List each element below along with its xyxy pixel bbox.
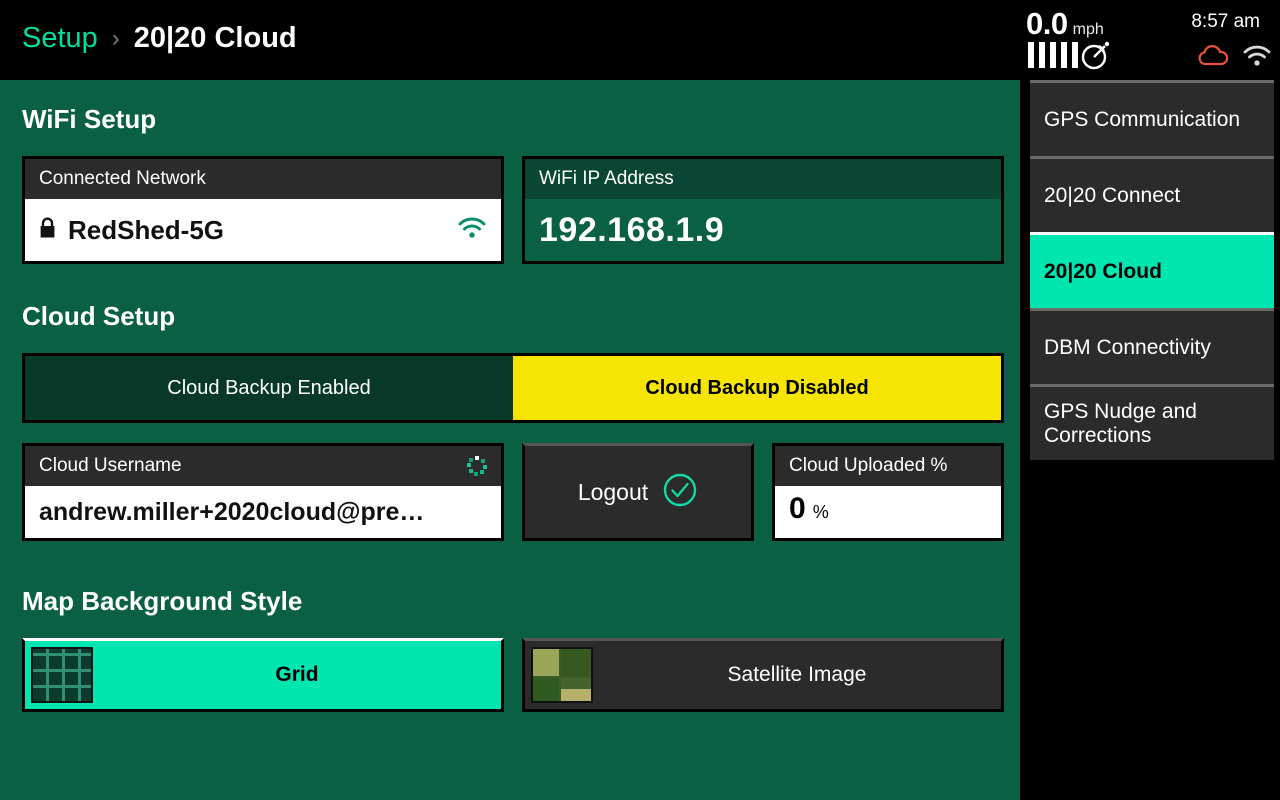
connected-network-value-row: RedShed-5G [25,199,501,261]
wifi-icon [457,216,487,245]
section-title-map: Map Background Style [22,586,303,616]
cloud-username-header: Cloud Username [25,446,501,486]
cloud-username-value-row: andrew.miller+2020cloud@pre… [25,486,501,538]
wifi-ip-field: WiFi IP Address 192.168.1.9 [522,156,1004,264]
main-content: WiFi Setup Connected Network RedShed-5G [0,80,1020,800]
top-status-bar: Setup › 20|20 Cloud 0.0 mph 8:57 am [0,0,1280,80]
speed-value: 0.0 [1026,6,1068,41]
sidebar-item-2020-cloud[interactable]: 20|20 Cloud [1030,232,1274,308]
cloud-uploaded-label: Cloud Uploaded % [775,446,1001,486]
section-title-cloud: Cloud Setup [22,301,176,331]
gps-signal-bars-icon [1028,42,1078,68]
sidebar: GPS Communication 20|20 Connect 20|20 Cl… [1020,80,1280,800]
chevron-right-icon: › [111,24,120,52]
cloud-username-field[interactable]: Cloud Username andrew.miller+2020cloud@p… [22,443,504,541]
cloud-uploaded-value: 0 [789,492,806,525]
map-option-satellite[interactable]: Satellite Image [522,638,1004,712]
cloud-backup-enabled-button[interactable]: Cloud Backup Enabled [25,356,513,420]
sidebar-item-2020-connect[interactable]: 20|20 Connect [1030,156,1274,232]
satellite-dish-icon [1080,40,1114,75]
cloud-uploaded-unit: % [812,502,829,522]
map-option-grid-label: Grid [275,663,319,686]
connected-network-value: RedShed-5G [68,214,225,245]
wifi-ip-label: WiFi IP Address [525,159,1001,199]
connected-network-label: Connected Network [25,159,501,199]
map-background-options: Grid Satellite Image [22,638,1004,712]
sidebar-item-gps-nudge-corrections[interactable]: GPS Nudge and Corrections [1030,384,1274,460]
breadcrumb: Setup › 20|20 Cloud [22,22,297,55]
satellite-thumbnail-icon [531,647,593,703]
clock: 8:57 am [1191,11,1260,32]
wifi-ip-value: 192.168.1.9 [539,210,725,249]
cloud-backup-toggle: Cloud Backup Enabled Cloud Backup Disabl… [22,353,1004,423]
cloud-username-value: andrew.miller+2020cloud@pre… [39,497,425,526]
lock-icon [39,217,56,244]
check-circle-icon [662,472,698,513]
cloud-uploaded-field: Cloud Uploaded % 0 % [772,443,1004,541]
sidebar-item-gps-communication[interactable]: GPS Communication [1030,80,1274,156]
page-title: 20|20 Cloud [133,22,297,54]
map-option-satellite-label: Satellite Image [727,663,867,686]
breadcrumb-root[interactable]: Setup [22,22,98,55]
grid-thumbnail-icon [31,647,93,703]
logout-button[interactable]: Logout [522,443,754,541]
speed-readout: 0.0 mph [1026,6,1104,42]
cloud-uploaded-value-row: 0 % [775,486,1001,538]
connected-network-field[interactable]: Connected Network RedShed-5G [22,156,504,264]
loading-spinner-icon [467,456,487,476]
cloud-backup-disabled-button[interactable]: Cloud Backup Disabled [513,356,1001,420]
section-title-wifi: WiFi Setup [22,104,157,134]
speed-unit: mph [1072,21,1104,38]
cloud-status-icon [1196,44,1230,73]
wifi-status-icon [1242,44,1272,73]
sidebar-item-dbm-connectivity[interactable]: DBM Connectivity [1030,308,1274,384]
app-screen: Setup › 20|20 Cloud 0.0 mph 8:57 am WiFi… [0,0,1280,800]
wifi-ip-value-row: 192.168.1.9 [525,199,1001,261]
logout-label: Logout [577,478,649,505]
map-option-grid[interactable]: Grid [22,638,504,712]
cloud-username-label: Cloud Username [39,455,182,476]
